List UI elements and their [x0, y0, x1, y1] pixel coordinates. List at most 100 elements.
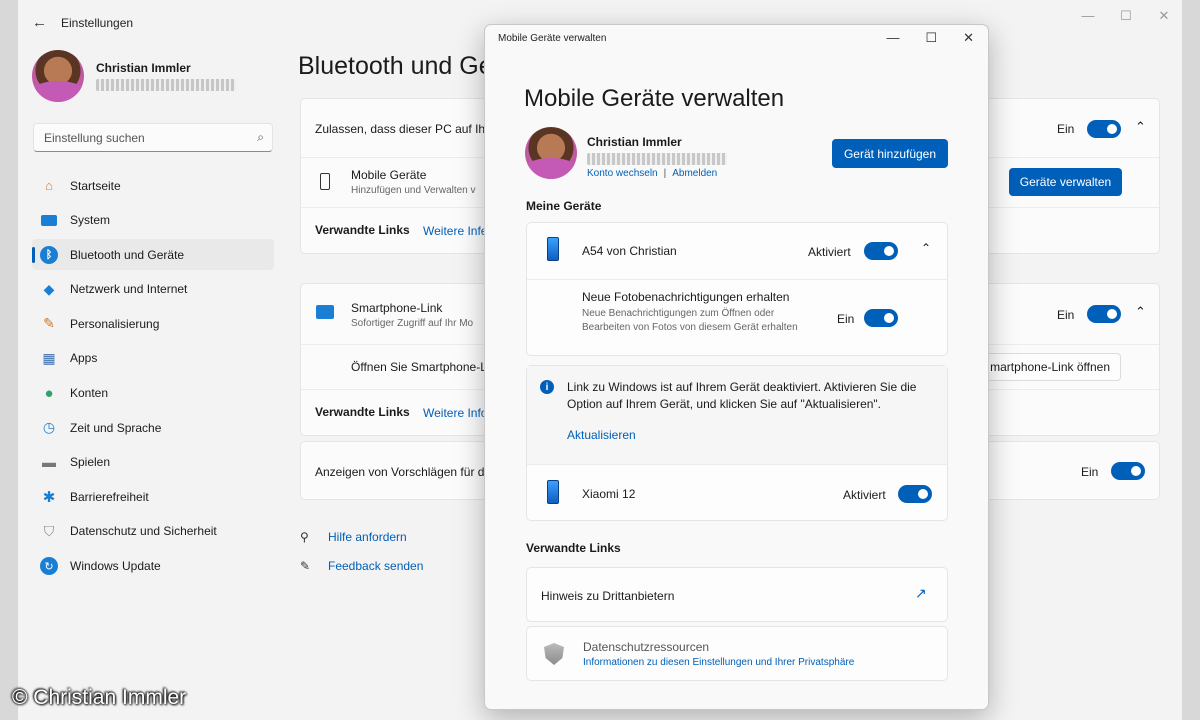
help-icon: ⚲ — [300, 530, 309, 544]
info-text: Link zu Windows ist auf Ihrem Gerät deak… — [567, 380, 917, 411]
info-icon: i — [540, 380, 554, 394]
gaming-icon: ▬ — [42, 454, 56, 471]
sidebar-item-datenschutz[interactable]: ⛉ Datenschutz und Sicherheit — [32, 516, 274, 547]
photo-notifications-state: Ein — [837, 312, 855, 326]
help-label: Hilfe anfordern — [328, 530, 407, 544]
maximize-icon[interactable]: ☐ — [1118, 8, 1134, 24]
chevron-up-icon[interactable]: ⌃ — [1135, 119, 1146, 135]
privacy-link[interactable]: Informationen zu diesen Einstellungen un… — [583, 657, 854, 668]
sidebar-item-zeit[interactable]: ◷ Zeit und Sprache — [32, 412, 274, 443]
dialog-heading: Mobile Geräte verwalten — [524, 85, 785, 112]
sidebar-item-apps[interactable]: ▦ Apps — [32, 343, 274, 374]
sidebar-item-bluetooth[interactable]: ᛒ Bluetooth und Geräte — [32, 239, 274, 271]
maximize-icon[interactable]: ☐ — [925, 30, 937, 46]
sidebar-item-label: System — [70, 213, 111, 228]
manage-mobile-devices-dialog: Mobile Geräte verwalten — ☐ ✕ Mobile Ger… — [484, 24, 989, 710]
device-card-a54: A54 von Christian Aktiviert ⌃ Neue Fotob… — [526, 222, 948, 356]
manage-devices-button[interactable]: Geräte verwalten — [1009, 168, 1122, 196]
link-to-windows-info: i Link zu Windows ist auf Ihrem Gerät de… — [527, 366, 947, 464]
brush-icon: ✎ — [43, 315, 55, 332]
add-device-button[interactable]: Gerät hinzufügen — [832, 139, 948, 168]
device-name: Xiaomi 12 — [582, 487, 636, 501]
page-title: Bluetooth und Ge — [298, 52, 493, 80]
sidebar-item-label: Zeit und Sprache — [70, 420, 162, 435]
refresh-link[interactable]: Aktualisieren — [567, 428, 636, 442]
mobile-devices-title: Mobile Geräte — [351, 168, 427, 182]
app-title: Einstellungen — [61, 16, 134, 30]
sidebar-item-windows-update[interactable]: ↻ Windows Update — [32, 551, 274, 582]
feedback-icon: ✎ — [300, 559, 311, 573]
blurred-email — [96, 79, 236, 91]
photo-notifications-toggle[interactable] — [864, 309, 898, 327]
close-icon[interactable]: ✕ — [1156, 8, 1172, 24]
sidebar-item-network[interactable]: ◆ Netzwerk und Internet — [32, 274, 274, 305]
apps-icon: ▦ — [42, 349, 56, 366]
dialog-window-title: Mobile Geräte verwalten — [498, 33, 607, 44]
switch-account-link[interactable]: Konto wechseln — [587, 168, 658, 179]
search-placeholder: Einstellung suchen — [44, 131, 145, 145]
window-controls: — ☐ ✕ — [1080, 8, 1172, 24]
smartphone-link-toggle[interactable] — [1087, 305, 1121, 323]
sidebar-item-label: Konten — [70, 386, 109, 401]
shield-icon — [544, 643, 564, 665]
device-state: Aktiviert — [808, 245, 851, 259]
sidebar-item-label: Barrierefreiheit — [70, 489, 149, 504]
sidebar-item-label: Startseite — [70, 178, 121, 193]
feedback-link[interactable]: ✎ Feedback senden — [300, 559, 423, 573]
phone-icon — [547, 480, 559, 504]
suggestions-label: Anzeigen von Vorschlägen für d — [315, 465, 485, 479]
sidebar-item-barrierefreiheit[interactable]: ✱ Barrierefreiheit — [32, 481, 274, 512]
sign-out-link[interactable]: Abmelden — [672, 168, 717, 179]
avatar — [32, 50, 84, 102]
smartphone-link-title: Smartphone-Link — [351, 301, 443, 315]
chevron-up-icon[interactable]: ⌃ — [1135, 304, 1146, 320]
sidebar-item-spielen[interactable]: ▬ Spielen — [32, 447, 274, 478]
sidebar-item-personalisierung[interactable]: ✎ Personalisierung — [32, 308, 274, 339]
allow-pc-access-toggle[interactable] — [1087, 120, 1121, 138]
search-input[interactable]: Einstellung suchen ⌕ — [33, 123, 273, 152]
sidebar-item-label: Personalisierung — [70, 316, 160, 331]
third-party-notice-link[interactable]: Hinweis zu Drittanbietern ↗ — [526, 567, 948, 622]
device-name: A54 von Christian — [582, 244, 677, 258]
bluetooth-icon: ᛒ — [40, 245, 58, 264]
sidebar-item-label: Bluetooth und Geräte — [70, 247, 185, 262]
accessibility-icon: ✱ — [42, 488, 56, 506]
more-info-link[interactable]: Weitere Infe — [423, 224, 487, 238]
more-info-link[interactable]: Weitere Info — [423, 406, 487, 420]
privacy-shield-icon: ⛉ — [43, 522, 55, 539]
minimize-icon[interactable]: — — [1080, 8, 1096, 24]
smartphone-link-icon — [316, 305, 334, 319]
avatar — [525, 127, 577, 179]
device-xiaomi-toggle[interactable] — [898, 485, 932, 503]
dialog-titlebar: Mobile Geräte verwalten — ☐ ✕ — [485, 25, 988, 53]
allow-pc-access-label: Zulassen, dass dieser PC auf Ihr — [315, 122, 490, 136]
dialog-user-profile: Christian Immler Konto wechseln | Abmelden — [525, 127, 727, 179]
sidebar-item-konten[interactable]: ● Konten — [32, 378, 274, 409]
device-row-xiaomi: Xiaomi 12 Aktiviert — [527, 464, 947, 522]
chevron-up-icon[interactable]: ⌃ — [921, 241, 931, 255]
sidebar-nav: ⌂ Startseite System ᛒ Bluetooth und Gerä… — [32, 170, 274, 585]
related-links-label: Verwandte Links — [526, 541, 621, 555]
dialog-user-name: Christian Immler — [587, 135, 682, 149]
phone-icon — [547, 237, 559, 261]
sidebar-item-label: Datenschutz und Sicherheit — [70, 524, 217, 539]
user-profile[interactable]: Christian Immler — [32, 50, 236, 102]
help-link[interactable]: ⚲ Hilfe anfordern — [300, 530, 407, 544]
update-icon: ↻ — [40, 557, 58, 576]
back-arrow-icon[interactable]: ← — [32, 14, 47, 31]
blurred-email — [587, 153, 727, 165]
open-smartphone-link-button[interactable]: martphone-Link öffnen — [971, 353, 1121, 381]
suggestions-toggle[interactable] — [1111, 462, 1145, 480]
mobile-devices-sub: Hinzufügen und Verwalten v — [351, 185, 476, 196]
close-icon[interactable]: ✕ — [963, 30, 974, 46]
minimize-icon[interactable]: — — [886, 30, 899, 46]
sidebar-item-label: Windows Update — [70, 559, 161, 574]
privacy-title: Datenschutzressourcen — [583, 640, 710, 654]
allow-state-label: Ein — [1057, 122, 1075, 136]
device-a54-toggle[interactable] — [864, 242, 898, 260]
user-name: Christian Immler — [96, 61, 191, 75]
accounts-icon: ● — [44, 384, 54, 402]
sidebar-item-system[interactable]: System — [32, 205, 274, 236]
sidebar-item-label: Spielen — [70, 455, 111, 470]
sidebar-item-startseite[interactable]: ⌂ Startseite — [32, 170, 274, 201]
